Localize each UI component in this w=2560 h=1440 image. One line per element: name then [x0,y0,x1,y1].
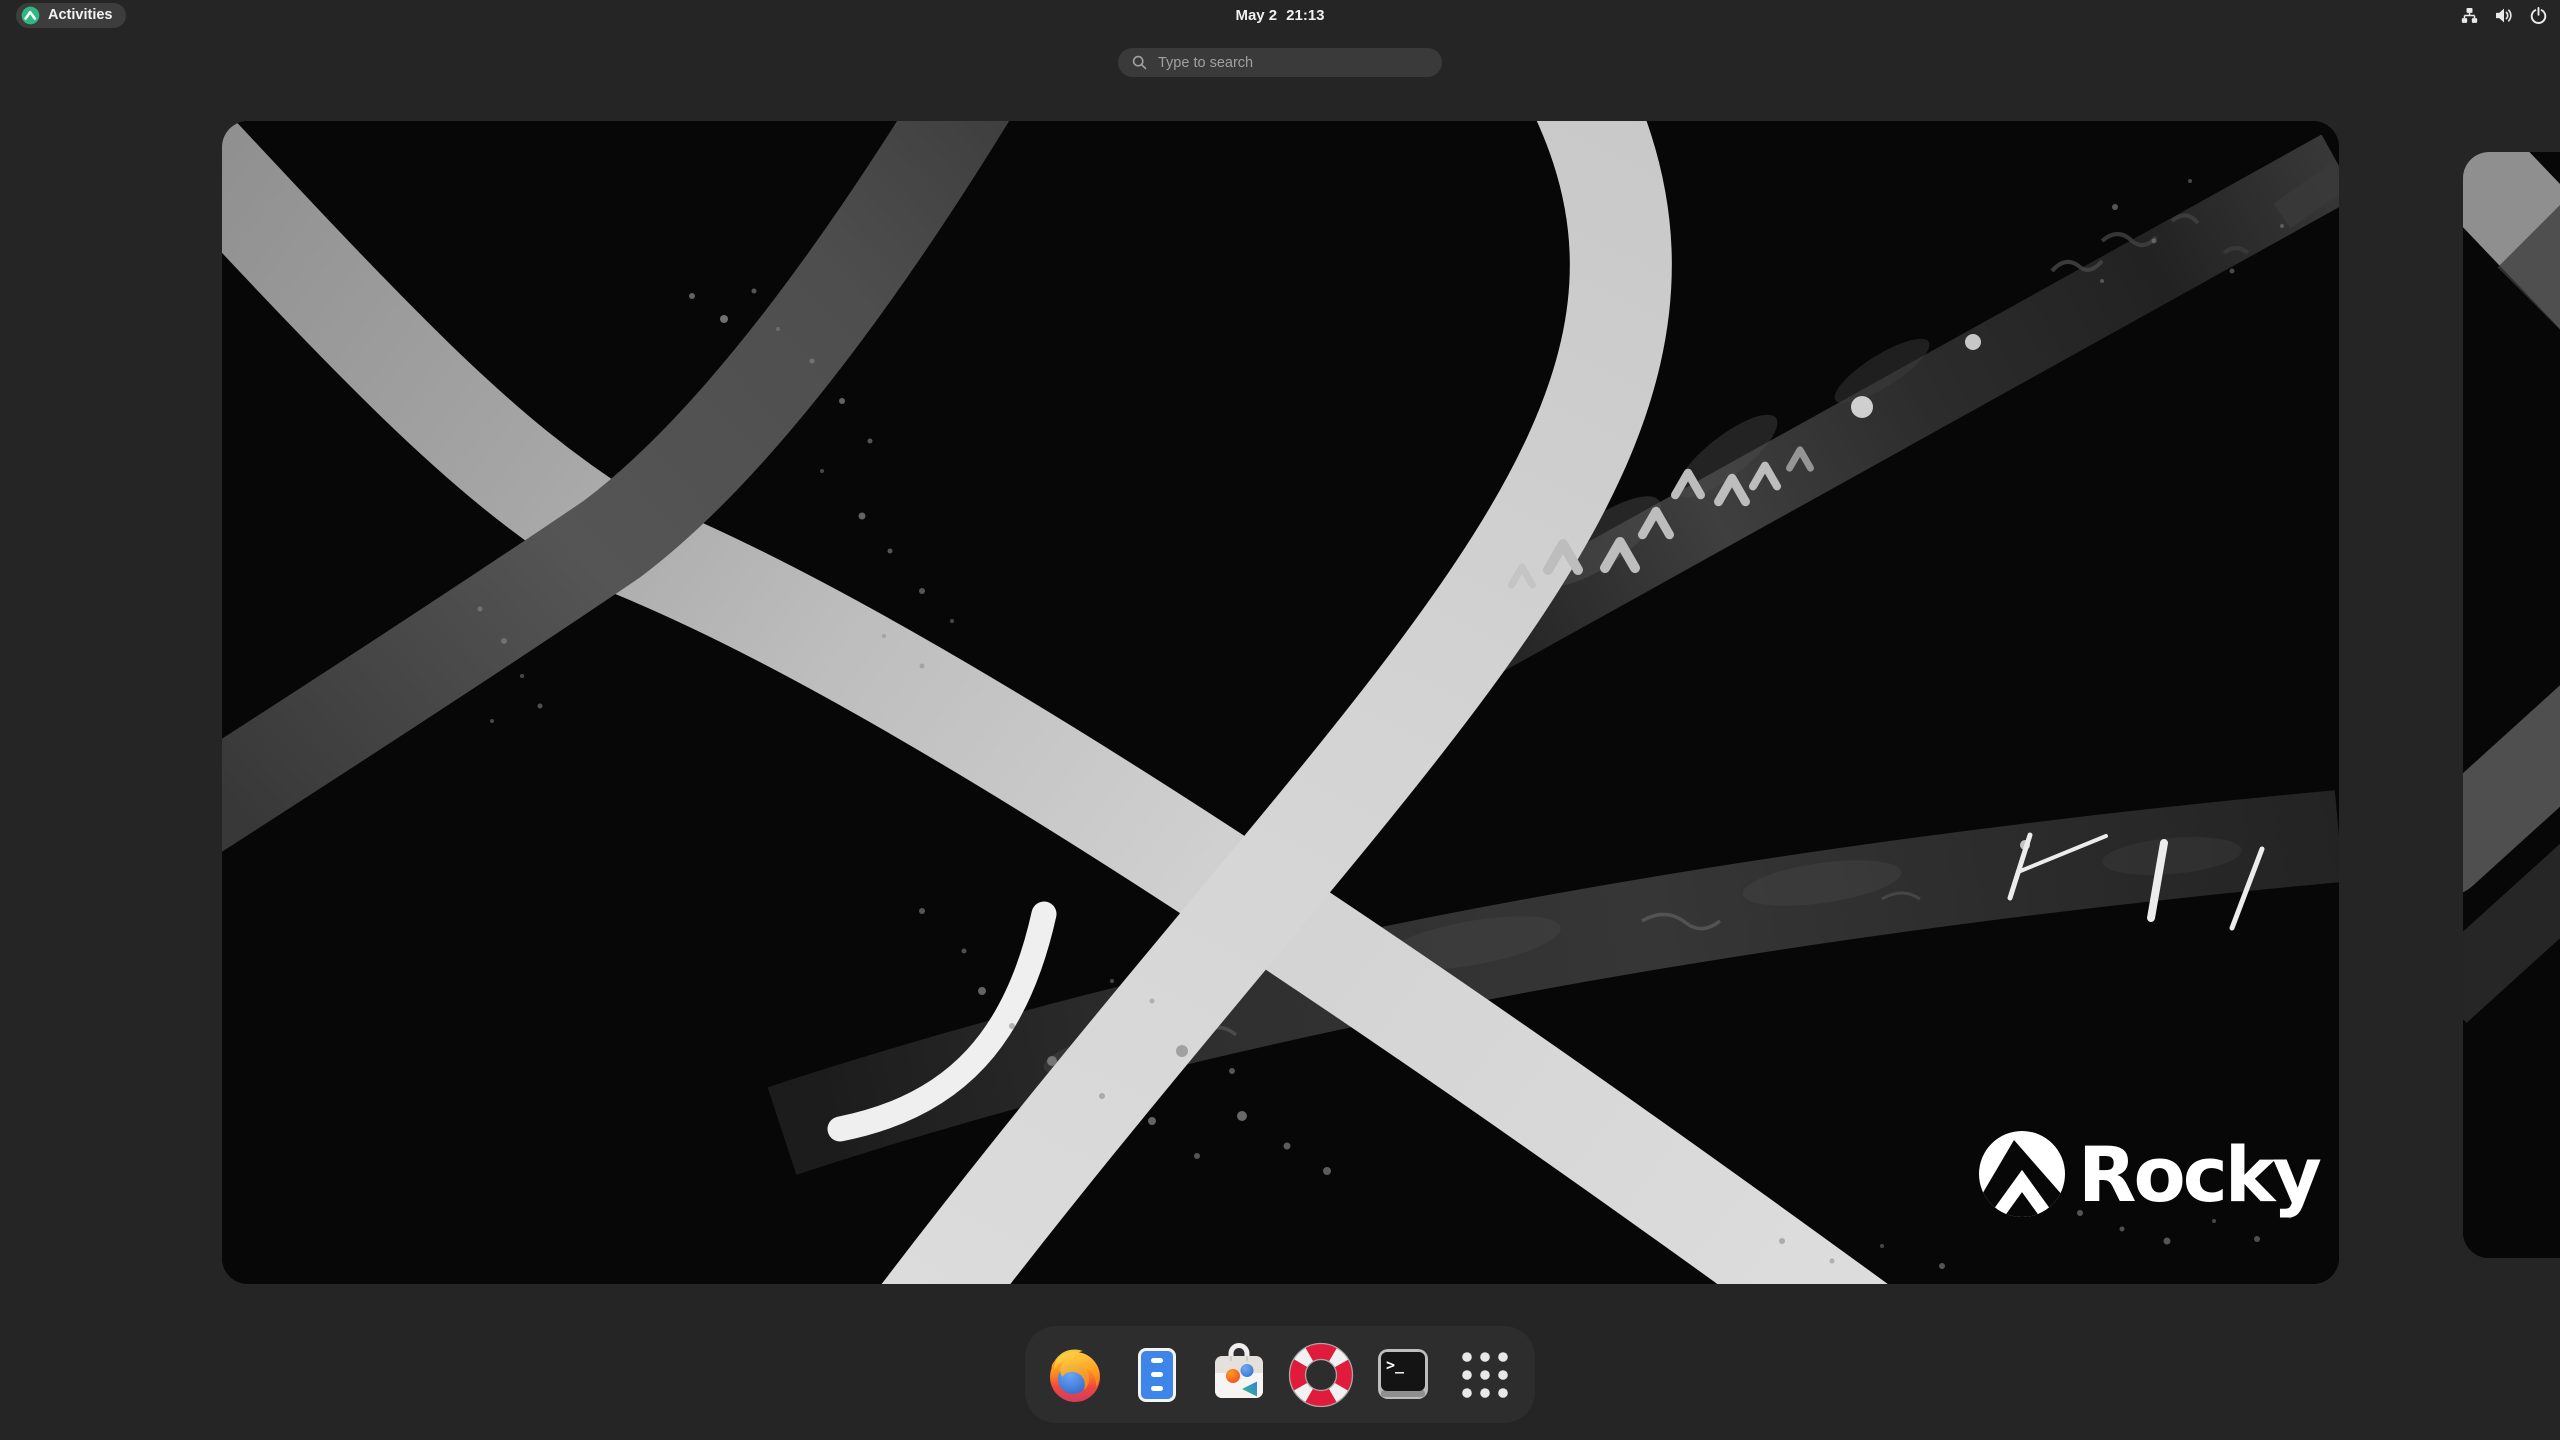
workspace-preview-next[interactable] [2463,152,2560,1258]
svg-text:>_: >_ [1386,1356,1405,1374]
wallpaper-dot-small [1965,334,1981,350]
dock-item-show-apps[interactable] [1452,1342,1518,1408]
firefox-icon [1050,1348,1100,1402]
search-icon [1132,55,1147,70]
volume-icon [2496,8,2512,22]
workspace-preview-current[interactable]: Rocky [222,121,2339,1284]
dock-item-terminal[interactable]: >_ [1370,1342,1436,1408]
files-icon [1138,1347,1176,1402]
clock-time: 21:13 [1286,6,1325,24]
software-icon [1215,1342,1263,1398]
clock[interactable]: May 2 21:13 [0,0,2560,30]
rocky-wallpaper-art: Rocky [222,121,2339,1284]
power-icon [2530,6,2547,24]
help-lifebuoy-icon [1288,1342,1354,1407]
next-wallpaper-art [2463,152,2560,1258]
gnome-activities-overview: Activities May 2 21:13 Type to search Ro… [0,0,2560,1440]
show-apps-grid-icon [1462,1351,1508,1398]
system-status-area[interactable] [2461,0,2547,30]
top-bar: Activities May 2 21:13 [0,0,2560,30]
dock-item-help[interactable] [1288,1342,1354,1408]
clock-date: May 2 [1235,6,1278,24]
terminal-icon: >_ [1378,1348,1428,1399]
network-wired-icon [2461,7,2478,23]
wallpaper-dot-large [1851,396,1873,418]
dock-item-firefox[interactable] [1042,1342,1108,1408]
search-input[interactable] [1156,53,1432,72]
dock-item-software[interactable] [1206,1342,1272,1408]
dash-dock: >_ [1025,1326,1535,1423]
dock-item-files[interactable] [1124,1342,1190,1408]
rocky-brand-text: Rocky [2078,1130,2321,1219]
search-bar[interactable] [1118,48,1442,77]
rocky-brand-logo: Rocky [1979,1130,2324,1219]
